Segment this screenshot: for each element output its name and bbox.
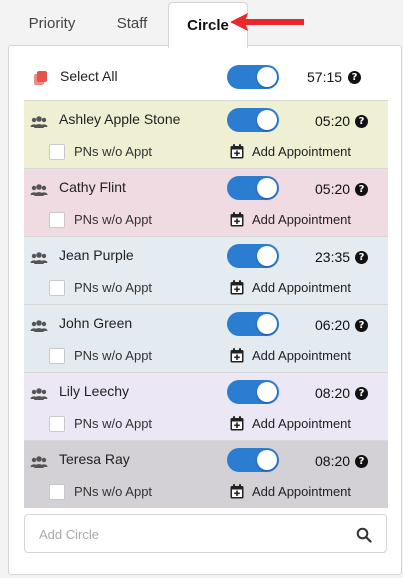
annotation-arrow-icon [230, 13, 304, 31]
pns-without-appt-checkbox[interactable] [49, 348, 65, 364]
circle-time: 08:20 [315, 453, 351, 469]
help-icon[interactable]: ? [355, 251, 368, 264]
calendar-plus-icon[interactable] [230, 144, 244, 159]
add-circle-search [24, 514, 387, 553]
users-icon [30, 385, 48, 403]
circle-row: Ashley Apple Stone 05:20 ? PNs w/o Appt … [24, 100, 388, 168]
circle-time: 06:20 [315, 317, 351, 333]
circle-toggle[interactable] [227, 176, 279, 200]
search-icon[interactable] [356, 527, 372, 543]
circle-time: 05:20 [315, 113, 351, 129]
pns-without-appt-label: PNs w/o Appt [74, 280, 153, 295]
circle-row: Teresa Ray 08:20 ? PNs w/o Appt Add Appo… [24, 440, 388, 508]
calendar-plus-icon[interactable] [230, 416, 244, 431]
users-icon [30, 453, 48, 471]
add-appointment-link[interactable]: Add Appointment [252, 348, 351, 363]
circle-name: Teresa Ray [59, 451, 130, 467]
users-icon [30, 113, 48, 131]
users-icon [30, 181, 48, 199]
pns-without-appt-label: PNs w/o Appt [74, 416, 153, 431]
help-icon[interactable]: ? [355, 319, 368, 332]
circle-name: Ashley Apple Stone [59, 111, 181, 127]
circle-panel: Select All 57:15 ? Ashley Apple Stone 05… [8, 45, 402, 575]
pns-without-appt-label: PNs w/o Appt [74, 348, 153, 363]
circle-name: Lily Leechy [59, 383, 130, 399]
select-all-time: 57:15 [307, 69, 343, 85]
circle-time: 05:20 [315, 181, 351, 197]
help-icon[interactable]: ? [355, 387, 368, 400]
help-icon[interactable]: ? [355, 115, 368, 128]
circle-row: Jean Purple 23:35 ? PNs w/o Appt Add App… [24, 236, 388, 304]
add-appointment-link[interactable]: Add Appointment [252, 280, 351, 295]
circle-row: Cathy Flint 05:20 ? PNs w/o Appt Add App… [24, 168, 388, 236]
circle-name: John Green [59, 315, 133, 331]
tab-bar: Priority Staff Circle [0, 0, 403, 48]
help-icon[interactable]: ? [355, 455, 368, 468]
users-icon [30, 317, 48, 335]
circle-toggle[interactable] [227, 312, 279, 336]
tab-staff[interactable]: Staff [96, 0, 168, 46]
pns-without-appt-checkbox[interactable] [49, 212, 65, 228]
select-all-toggle[interactable] [227, 65, 279, 89]
circle-row: John Green 06:20 ? PNs w/o Appt Add Appo… [24, 304, 388, 372]
pns-without-appt-label: PNs w/o Appt [74, 212, 153, 227]
add-appointment-link[interactable]: Add Appointment [252, 212, 351, 227]
circle-toggle[interactable] [227, 380, 279, 404]
calendar-plus-icon[interactable] [230, 484, 244, 499]
pns-without-appt-checkbox[interactable] [49, 416, 65, 432]
add-appointment-link[interactable]: Add Appointment [252, 144, 351, 159]
copy-icon[interactable] [32, 69, 50, 87]
pns-without-appt-checkbox[interactable] [49, 280, 65, 296]
select-all-row: Select All 57:15 ? [25, 56, 395, 100]
circle-name: Cathy Flint [59, 179, 126, 195]
calendar-plus-icon[interactable] [230, 212, 244, 227]
tab-priority[interactable]: Priority [12, 0, 92, 46]
circle-name: Jean Purple [59, 247, 134, 263]
help-icon[interactable]: ? [348, 71, 361, 84]
calendar-plus-icon[interactable] [230, 280, 244, 295]
circle-row: Lily Leechy 08:20 ? PNs w/o Appt Add App… [24, 372, 388, 440]
add-appointment-link[interactable]: Add Appointment [252, 416, 351, 431]
circle-toggle[interactable] [227, 448, 279, 472]
calendar-plus-icon[interactable] [230, 348, 244, 363]
pns-without-appt-label: PNs w/o Appt [74, 144, 153, 159]
help-icon[interactable]: ? [355, 183, 368, 196]
circle-toggle[interactable] [227, 244, 279, 268]
circle-time: 23:35 [315, 249, 351, 265]
circle-toggle[interactable] [227, 108, 279, 132]
pns-without-appt-label: PNs w/o Appt [74, 484, 153, 499]
select-all-label: Select All [60, 68, 118, 84]
pns-without-appt-checkbox[interactable] [49, 484, 65, 500]
add-circle-input[interactable] [39, 524, 339, 544]
add-appointment-link[interactable]: Add Appointment [252, 484, 351, 499]
users-icon [30, 249, 48, 267]
pns-without-appt-checkbox[interactable] [49, 144, 65, 160]
circle-time: 08:20 [315, 385, 351, 401]
